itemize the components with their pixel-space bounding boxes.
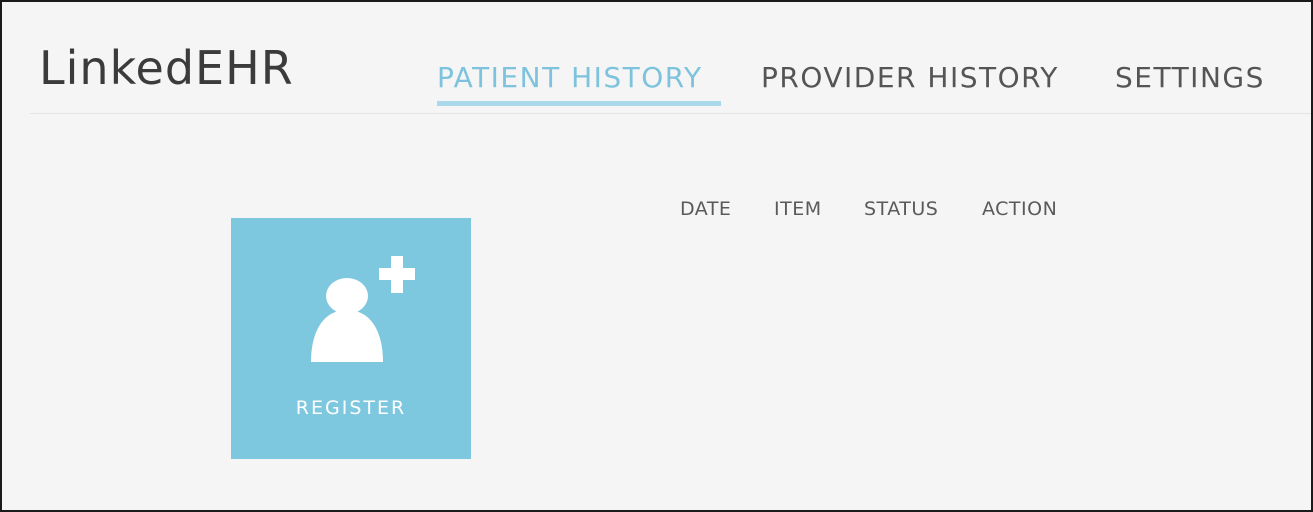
header-divider xyxy=(30,113,1311,114)
active-tab-indicator xyxy=(437,101,721,106)
column-header-item: ITEM xyxy=(774,198,822,220)
column-header-status: STATUS xyxy=(864,198,939,220)
tab-provider-history[interactable]: PROVIDER HISTORY xyxy=(761,58,1059,98)
add-user-icon xyxy=(311,256,415,362)
register-label: REGISTER xyxy=(295,397,407,419)
app-title: LinkedEHR xyxy=(39,41,294,95)
register-button[interactable]: REGISTER xyxy=(231,218,471,459)
app-window: LinkedEHR PATIENT HISTORY PROVIDER HISTO… xyxy=(0,0,1313,512)
column-header-date: DATE xyxy=(680,198,732,220)
tab-patient-history[interactable]: PATIENT HISTORY xyxy=(437,58,703,98)
column-header-action: ACTION xyxy=(982,198,1058,220)
tab-settings[interactable]: SETTINGS xyxy=(1115,58,1265,98)
